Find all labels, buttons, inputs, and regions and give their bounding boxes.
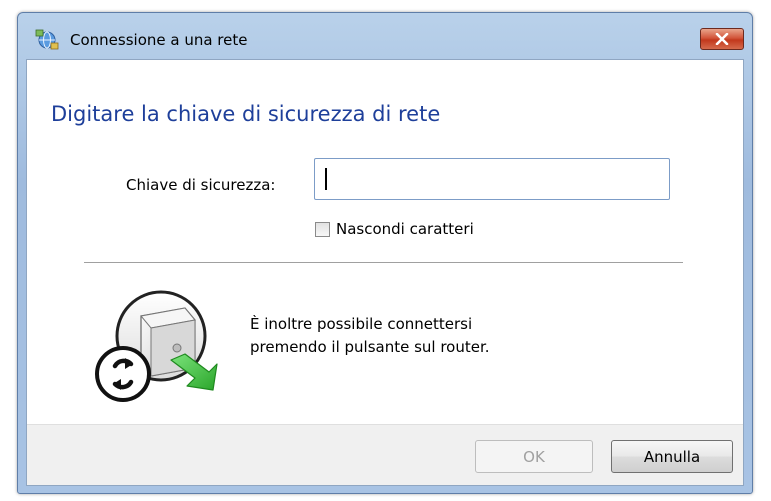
dialog-content: Digitare la chiave di sicurezza di rete … (26, 59, 744, 486)
router-hint-text: È inoltre possibile connettersi premendo… (250, 313, 490, 359)
hide-characters-checkbox[interactable] (315, 221, 330, 237)
router-hint-line-2: premendo il pulsante sul router. (250, 338, 490, 356)
security-key-label: Chiave di sicurezza: (126, 176, 276, 194)
security-key-input[interactable] (314, 158, 670, 200)
close-icon (715, 33, 729, 45)
router-button-icon (89, 286, 229, 406)
close-button[interactable] (700, 28, 744, 50)
network-icon (35, 29, 59, 51)
cancel-button[interactable]: Annulla (611, 440, 733, 473)
router-hint-line-1: È inoltre possibile connettersi (250, 315, 473, 333)
text-caret (325, 168, 327, 190)
dialog-window: Connessione a una rete Digitare la chiav… (17, 12, 753, 494)
ok-button[interactable]: OK (475, 440, 593, 473)
window-title: Connessione a una rete (70, 31, 248, 49)
button-bar: OK Annulla (27, 424, 743, 485)
hide-characters-label[interactable]: Nascondi caratteri (336, 220, 474, 238)
page-title: Digitare la chiave di sicurezza di rete (51, 102, 441, 126)
divider (84, 262, 683, 263)
title-bar[interactable]: Connessione a una rete (18, 13, 752, 59)
hide-characters-option[interactable]: Nascondi caratteri (315, 220, 474, 238)
